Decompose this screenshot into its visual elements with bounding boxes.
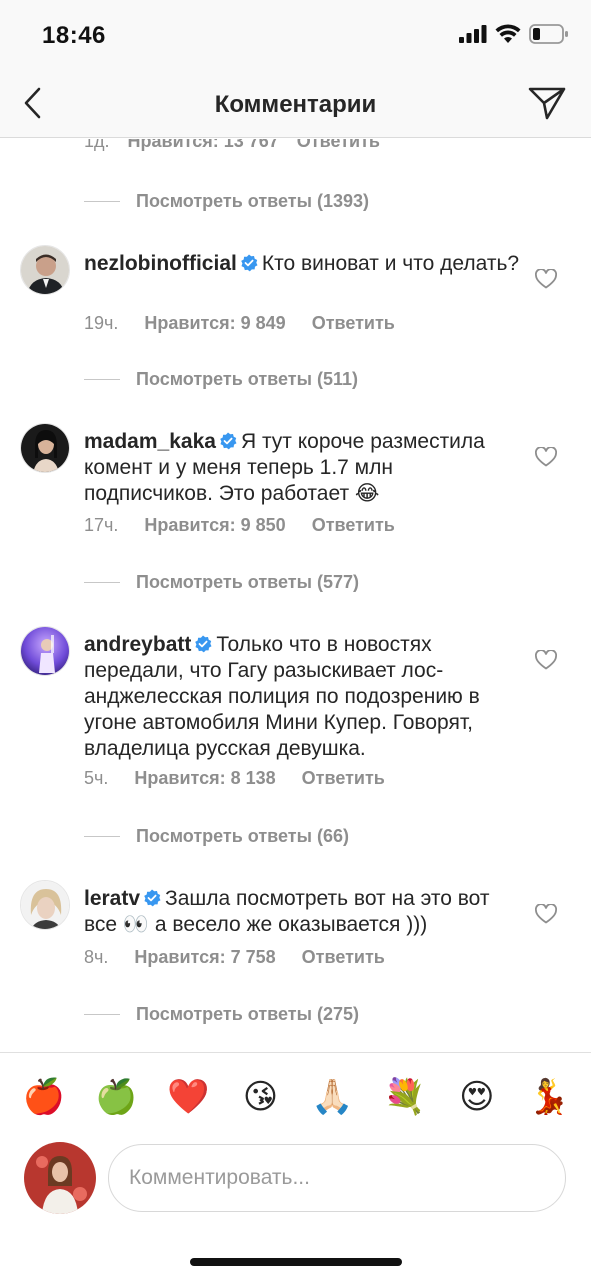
replies-divider: [84, 836, 120, 837]
verified-badge-icon: [241, 254, 258, 272]
home-indicator[interactable]: [190, 1258, 402, 1266]
reply-link[interactable]: Ответить: [312, 515, 395, 536]
comment-username[interactable]: madam_kaka: [84, 430, 216, 453]
view-replies-link[interactable]: Посмотреть ответы (511): [84, 369, 358, 390]
comment-text: nezlobinofficial Кто виноват и что делать…: [84, 251, 524, 277]
view-replies-link[interactable]: Посмотреть ответы (66): [84, 826, 349, 847]
comment-body: Кто виноват и что делать?: [261, 252, 520, 275]
avatar[interactable]: [20, 880, 70, 930]
comment-username[interactable]: andreybatt: [84, 633, 191, 656]
like-heart-icon[interactable]: [535, 269, 557, 289]
current-user-avatar[interactable]: [24, 1142, 96, 1214]
reply-link[interactable]: Ответить: [297, 139, 380, 152]
reply-link[interactable]: Ответить: [302, 947, 385, 968]
comment-meta: 5ч. Нравится: 8 138 Ответить: [84, 768, 385, 789]
view-replies-label: Посмотреть ответы (275): [136, 1004, 359, 1024]
verified-badge-icon: [220, 432, 237, 450]
comment-likes[interactable]: Нравится: 8 138: [134, 768, 275, 789]
replies-divider: [84, 379, 120, 380]
page-title: Комментарии: [214, 91, 377, 118]
comment-timestamp: 1д.: [84, 139, 110, 151]
direct-send-icon[interactable]: [527, 84, 567, 122]
comment-likes[interactable]: Нравится: 9 850: [144, 515, 285, 536]
comment-likes[interactable]: Нравится: 7 758: [134, 947, 275, 968]
view-replies-label: Посмотреть ответы (1393): [136, 191, 369, 211]
wifi-icon: [495, 24, 521, 43]
like-heart-icon[interactable]: [535, 650, 557, 670]
comment-timestamp: 17ч.: [84, 515, 119, 535]
view-replies-label: Посмотреть ответы (66): [136, 826, 349, 846]
battery-icon: [529, 24, 568, 44]
view-replies-label: Посмотреть ответы (577): [136, 572, 359, 592]
avatar[interactable]: [20, 245, 70, 295]
avatar[interactable]: [20, 423, 70, 473]
reply-link[interactable]: Ответить: [302, 768, 385, 789]
signal-icon: [459, 25, 487, 43]
replies-divider: [84, 201, 120, 202]
emoji-folded-hands[interactable]: 🙏🏻: [311, 1075, 355, 1142]
view-replies-label: Посмотреть ответы (511): [136, 369, 358, 389]
emoji-green-apple[interactable]: 🍏: [94, 1075, 138, 1142]
emoji-red-apple[interactable]: 🍎: [22, 1075, 66, 1142]
comments-feed[interactable]: 1д. Нравится: 13 767 Ответить Посмотреть…: [0, 139, 591, 1052]
like-heart-icon[interactable]: [535, 904, 557, 924]
comment-timestamp: 5ч.: [84, 768, 109, 788]
emoji-bouquet[interactable]: 💐: [383, 1075, 427, 1142]
view-replies-link[interactable]: Посмотреть ответы (275): [84, 1004, 359, 1025]
comment-timestamp: 19ч.: [84, 313, 119, 333]
comment-input[interactable]: [108, 1144, 566, 1212]
nav-bar: Комментарии: [0, 70, 591, 138]
avatar[interactable]: [20, 626, 70, 676]
emoji-dancer[interactable]: 💃: [527, 1075, 571, 1142]
reply-link[interactable]: Ответить: [312, 313, 395, 334]
comment-text: andreybatt Только что в новостях передали…: [84, 632, 524, 762]
comment-username[interactable]: nezlobinofficial: [84, 252, 237, 275]
replies-divider: [84, 582, 120, 583]
view-replies-link[interactable]: Посмотреть ответы (1393): [84, 191, 369, 212]
comment-timestamp: 8ч.: [84, 947, 109, 967]
comment-text: leratv Зашла посмотреть вот на это вот вс…: [84, 886, 524, 938]
view-replies-link[interactable]: Посмотреть ответы (577): [84, 572, 359, 593]
comment-meta: 8ч. Нравится: 7 758 Ответить: [84, 947, 385, 968]
verified-badge-icon: [144, 889, 161, 907]
status-bar: 18:46: [0, 0, 591, 70]
like-heart-icon[interactable]: [535, 447, 557, 467]
comment-likes[interactable]: Нравится: 13 767: [128, 139, 279, 152]
comment-text: madam_kaka Я тут короче разместила комент…: [84, 429, 524, 507]
comment-likes[interactable]: Нравится: 9 849: [144, 313, 285, 334]
comment-meta: 17ч. Нравится: 9 850 Ответить: [84, 515, 395, 536]
emoji-kissing-face[interactable]: 😘: [238, 1075, 282, 1142]
comment-compose: [0, 1142, 591, 1222]
replies-divider: [84, 1014, 120, 1015]
comment-meta: 19ч. Нравится: 9 849 Ответить: [84, 313, 395, 334]
emoji-red-heart[interactable]: ❤️: [166, 1075, 210, 1142]
emoji-heart-eyes[interactable]: 😍: [455, 1075, 499, 1142]
verified-badge-icon: [195, 635, 212, 653]
quick-emoji-bar: 🍎 🍏 ❤️ 😘 🙏🏻 💐 😍 💃: [0, 1052, 591, 1142]
status-icons: [459, 24, 569, 44]
comment-username[interactable]: leratv: [84, 887, 140, 910]
partial-comment-meta: 1д. Нравится: 13 767 Ответить: [84, 139, 380, 152]
status-time: 18:46: [42, 22, 106, 49]
